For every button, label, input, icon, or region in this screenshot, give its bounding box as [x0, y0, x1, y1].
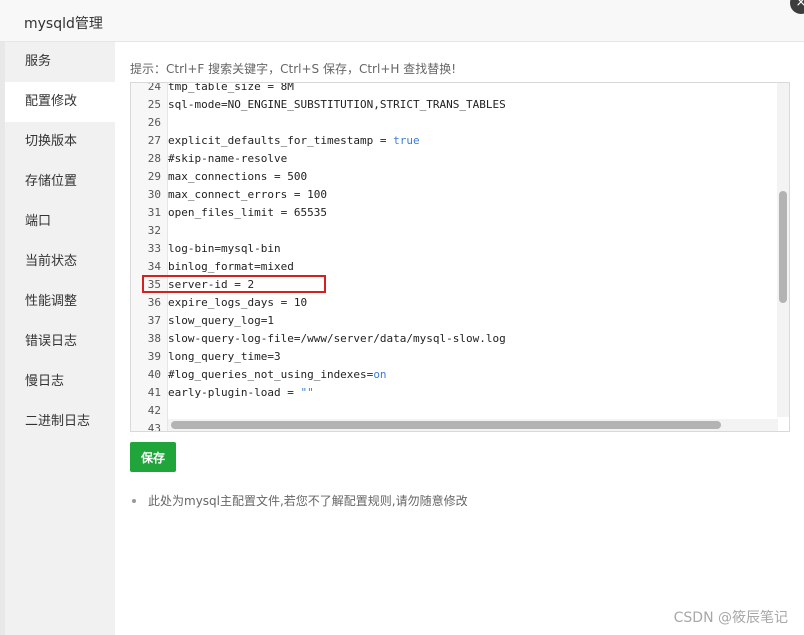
line-text: log-bin=mysql-bin: [168, 242, 281, 255]
line-number: 42: [147, 404, 161, 417]
line-text: max_connections = 500: [168, 170, 308, 183]
code-line[interactable]: 41 early-plugin-load = "": [131, 384, 771, 402]
code-line[interactable]: 27 explicit_defaults_for_timestamp = true: [131, 132, 771, 150]
code-line[interactable]: 35 server-id = 2: [131, 276, 771, 294]
code-line[interactable]: 36 expire_logs_days = 10: [131, 294, 771, 312]
code-line[interactable]: 31 open_files_limit = 65535: [131, 204, 771, 222]
line-keyword: on: [373, 368, 387, 381]
line-number: 26: [147, 116, 161, 129]
sidebar: 服务 配置修改 切换版本 存储位置 端口 当前状态 性能调整 错误日志 慢日志 …: [5, 42, 115, 635]
code-line[interactable]: 25 sql-mode=NO_ENGINE_SUBSTITUTION,STRICT…: [131, 96, 771, 114]
line-number: 32: [147, 224, 161, 237]
horizontal-scrollbar[interactable]: [168, 419, 778, 431]
vertical-scrollbar-thumb[interactable]: [779, 191, 787, 303]
mysqld-manager-dialog: mysqld管理 × 服务 配置修改 切换版本 存储位置 端口 当前状态 性能调…: [0, 0, 804, 635]
sidebar-item-switch-version[interactable]: 切换版本: [5, 122, 115, 162]
code-line[interactable]: 39 long_query_time=3: [131, 348, 771, 366]
code-line[interactable]: 34 binlog_format=mixed: [131, 258, 771, 276]
line-text: tmp_table_size = 8M: [168, 82, 294, 93]
line-number: 31: [147, 206, 161, 219]
save-button[interactable]: 保存: [130, 442, 176, 472]
line-text: sql-mode=NO_ENGINE_SUBSTITUTION,STRICT_T…: [168, 98, 506, 111]
code-line[interactable]: 40 #log_queries_not_using_indexes=on: [131, 366, 771, 384]
code-line[interactable]: 37 slow_query_log=1: [131, 312, 771, 330]
line-number: 41: [147, 386, 161, 399]
line-keyword: true: [393, 134, 420, 147]
code-lines[interactable]: 24 tmp_table_size = 8M 25 sql-mode=NO_ENGIN…: [131, 82, 771, 432]
line-number: 34: [147, 260, 161, 273]
config-editor[interactable]: 24 tmp_table_size = 8M 25 sql-mode=NO_ENGIN…: [130, 82, 790, 432]
code-line[interactable]: 42: [131, 402, 771, 420]
line-number: 37: [147, 314, 161, 327]
config-note: 此处为mysql主配置文件,若您不了解配置规则,请勿随意修改: [130, 492, 468, 509]
sidebar-item-binary-log[interactable]: 二进制日志: [5, 402, 115, 442]
dialog-titlebar: mysqld管理: [0, 0, 804, 42]
code-line[interactable]: 33 log-bin=mysql-bin: [131, 240, 771, 258]
line-text: #skip-name-resolve: [168, 152, 288, 165]
line-keyword: "": [300, 386, 314, 399]
line-text: open_files_limit = 65535: [168, 206, 327, 219]
line-text: server-id = 2: [168, 278, 255, 291]
code-line[interactable]: 32: [131, 222, 771, 240]
code-line[interactable]: 28 #skip-name-resolve: [131, 150, 771, 168]
vertical-scrollbar[interactable]: [777, 83, 789, 417]
line-text: expire_logs_days = 10: [168, 296, 308, 309]
note-text: 此处为mysql主配置文件,若您不了解配置规则,请勿随意修改: [148, 494, 468, 508]
sidebar-item-current-status[interactable]: 当前状态: [5, 242, 115, 282]
sidebar-item-config-edit[interactable]: 配置修改: [5, 82, 115, 122]
line-text: max_connect_errors = 100: [168, 188, 327, 201]
code-line[interactable]: 30 max_connect_errors = 100: [131, 186, 771, 204]
line-text: early-plugin-load =: [168, 386, 301, 399]
line-number: 36: [147, 296, 161, 309]
line-text: long_query_time=3: [168, 350, 281, 363]
sidebar-item-port[interactable]: 端口: [5, 202, 115, 242]
line-number: 40: [147, 368, 161, 381]
sidebar-item-slow-log[interactable]: 慢日志: [5, 362, 115, 402]
line-number: 38: [147, 332, 161, 345]
line-number: 28: [147, 152, 161, 165]
line-number: 43: [147, 422, 161, 432]
code-line[interactable]: 26: [131, 114, 771, 132]
dialog-title: mysqld管理: [24, 16, 103, 32]
sidebar-item-performance-tuning[interactable]: 性能调整: [5, 282, 115, 322]
line-text: slow-query-log-file=/www/server/data/mys…: [168, 332, 506, 345]
line-number: 27: [147, 134, 161, 147]
line-number: 33: [147, 242, 161, 255]
line-number: 30: [147, 188, 161, 201]
code-line[interactable]: 38 slow-query-log-file=/www/server/data/m…: [131, 330, 771, 348]
code-line[interactable]: 29 max_connections = 500: [131, 168, 771, 186]
code-line[interactable]: 24 tmp_table_size = 8M: [131, 82, 771, 96]
line-number: 25: [147, 98, 161, 111]
line-number: 39: [147, 350, 161, 363]
line-number: 29: [147, 170, 161, 183]
watermark: CSDN @筱辰笔记: [673, 610, 788, 626]
sidebar-item-storage-location[interactable]: 存储位置: [5, 162, 115, 202]
line-number: 24: [147, 82, 161, 93]
line-text: binlog_format=mixed: [168, 260, 294, 273]
sidebar-item-service[interactable]: 服务: [5, 42, 115, 82]
line-text: explicit_defaults_for_timestamp =: [168, 134, 394, 147]
shortcut-hint: 提示：Ctrl+F 搜索关键字，Ctrl+S 保存，Ctrl+H 查找替换!: [130, 62, 457, 76]
sidebar-item-error-log[interactable]: 错误日志: [5, 322, 115, 362]
line-text: slow_query_log=1: [168, 314, 274, 327]
horizontal-scrollbar-thumb[interactable]: [171, 421, 721, 429]
bullet-icon: [132, 498, 136, 503]
line-number: 35: [147, 278, 161, 291]
main-panel: 提示：Ctrl+F 搜索关键字，Ctrl+S 保存，Ctrl+H 查找替换! 2…: [115, 42, 804, 635]
line-text: #log_queries_not_using_indexes=: [168, 368, 374, 381]
